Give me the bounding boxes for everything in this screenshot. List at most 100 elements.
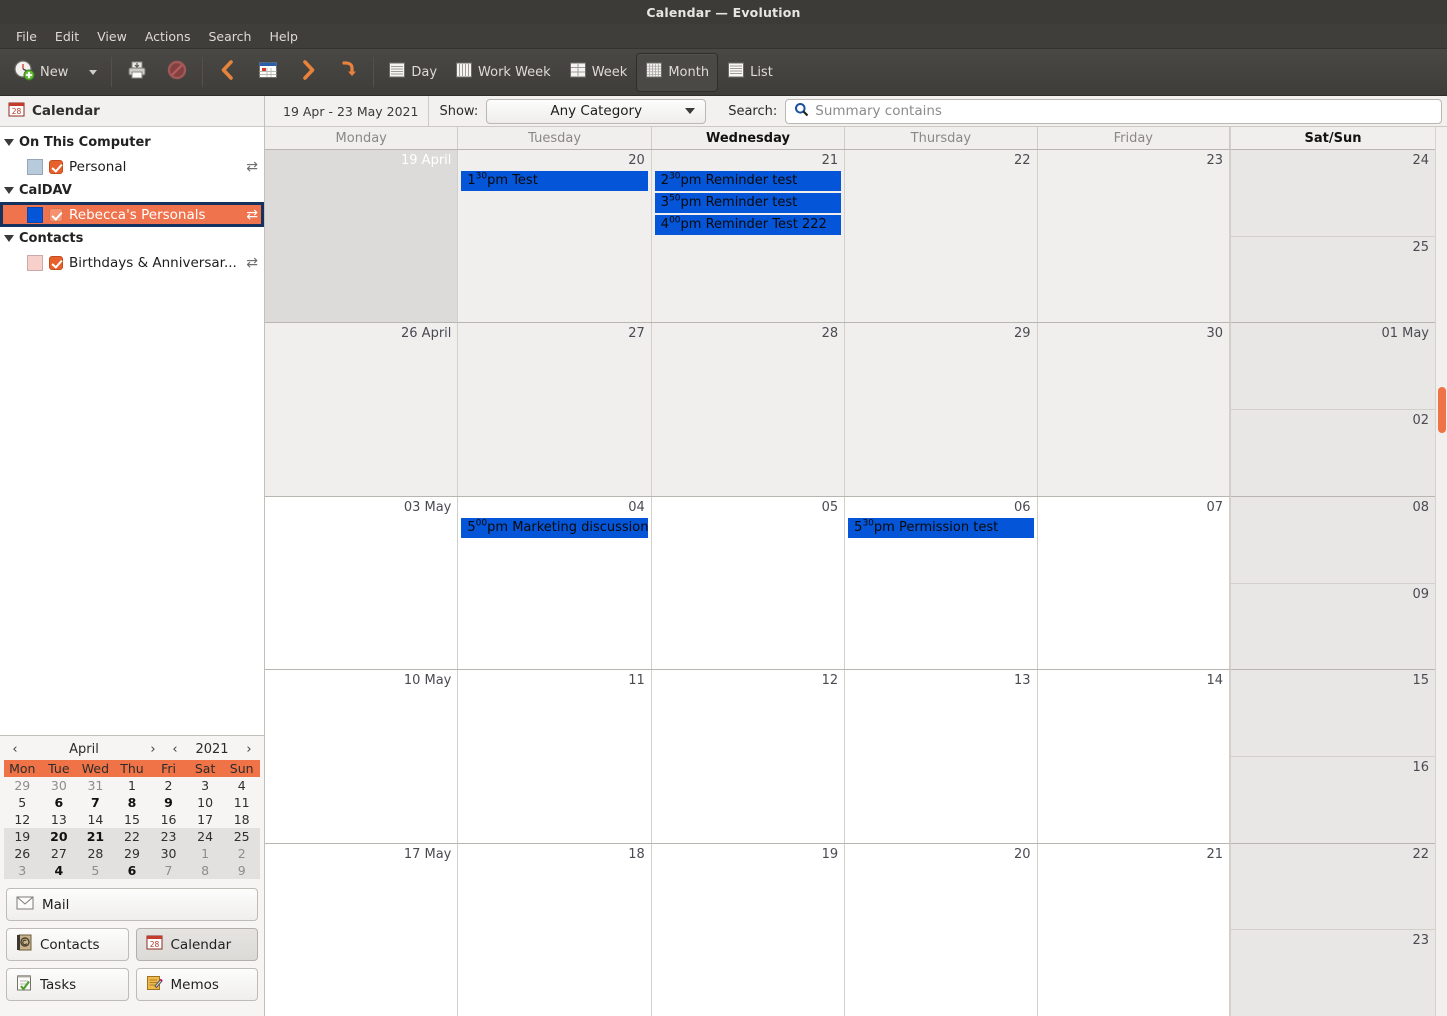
mini-cal-day[interactable]: 4 [223,777,260,794]
calendar-event[interactable]: 130pm Test [461,171,647,191]
mini-cal-day[interactable]: 5 [77,862,114,879]
mini-cal-day[interactable]: 3 [4,862,41,879]
mini-cal-day[interactable]: 29 [114,845,151,862]
switcher-button-tasks[interactable]: Tasks [6,968,129,1001]
calendar-visibility-checkbox[interactable] [49,208,63,222]
mini-cal-day[interactable]: 31 [77,777,114,794]
view-button-month[interactable]: Month [636,53,718,92]
day-cell[interactable]: 11 [458,670,651,842]
day-cell[interactable]: 30 [1038,323,1230,495]
calendar-source-item[interactable]: Personal⇄ [0,154,264,179]
mini-cal-day[interactable]: 12 [4,811,41,828]
mini-cal-day[interactable]: 4 [41,862,78,879]
mini-cal-day[interactable]: 11 [223,794,260,811]
mini-cal-day[interactable]: 20 [41,828,78,845]
day-cell[interactable]: 20 [845,844,1037,1016]
mini-cal-day[interactable]: 16 [150,811,187,828]
mini-cal-day[interactable]: 25 [223,828,260,845]
mini-cal-day[interactable]: 2 [150,777,187,794]
calendar-event[interactable]: 350pm Reminder test [655,193,841,213]
new-button[interactable]: New [4,53,77,92]
mini-calendar-grid[interactable]: MonTueWedThuFriSatSun 293031123456789101… [4,760,260,879]
expander-triangle-icon[interactable] [4,187,14,194]
calendar-visibility-checkbox[interactable] [49,256,63,270]
sync-arrows-icon[interactable]: ⇄ [246,159,258,175]
today-button[interactable] [248,53,288,92]
sync-arrows-icon[interactable]: ⇄ [246,207,258,223]
calendar-source-item[interactable]: Birthdays & Anniversar...⇄ [0,250,264,275]
mini-cal-next-year-button[interactable]: › [238,742,260,757]
search-input-placeholder[interactable]: Summary contains [815,103,942,119]
mini-cal-day[interactable]: 6 [41,794,78,811]
sync-arrows-icon[interactable]: ⇄ [246,255,258,271]
menu-search[interactable]: Search [199,27,260,46]
tree-group-caldav[interactable]: CalDAV [0,179,264,202]
weekend-day-cell[interactable]: 01 May [1231,323,1435,410]
mini-cal-day[interactable]: 6 [114,862,151,879]
menu-help[interactable]: Help [260,27,307,46]
day-cell[interactable]: 10 May [265,670,458,842]
mini-cal-day[interactable]: 7 [150,862,187,879]
weekend-day-cell[interactable]: 16 [1231,757,1435,843]
cancel-button[interactable] [157,53,197,92]
day-cell[interactable]: 14 [1038,670,1230,842]
search-box[interactable]: Summary contains [785,99,1442,124]
tree-group-contacts[interactable]: Contacts [0,227,264,250]
day-cell[interactable]: 21230pm Reminder test350pm Reminder test… [652,150,845,322]
day-cell[interactable]: 21 [1038,844,1230,1016]
mini-cal-day[interactable]: 22 [114,828,151,845]
mini-cal-day[interactable]: 26 [4,845,41,862]
mini-cal-day[interactable]: 21 [77,828,114,845]
view-button-week[interactable]: Week [560,53,637,92]
day-cell[interactable]: 18 [458,844,651,1016]
day-cell[interactable]: 29 [845,323,1037,495]
menu-view[interactable]: View [88,27,136,46]
day-cell[interactable]: 17 May [265,844,458,1016]
vertical-scrollbar[interactable] [1435,127,1447,1016]
mini-cal-day[interactable]: 1 [114,777,151,794]
day-cell[interactable]: 19 [652,844,845,1016]
mini-cal-day[interactable]: 29 [4,777,41,794]
mini-cal-day[interactable]: 3 [187,777,224,794]
mini-cal-day[interactable]: 19 [4,828,41,845]
menu-edit[interactable]: Edit [46,27,88,46]
day-cell[interactable]: 20130pm Test [458,150,651,322]
calendar-event[interactable]: 400pm Reminder Test 222 [655,215,841,235]
day-cell[interactable]: 26 April [265,323,458,495]
mini-cal-day[interactable]: 2 [223,845,260,862]
mini-cal-day[interactable]: 10 [187,794,224,811]
day-cell[interactable]: 03 May [265,497,458,669]
calendar-event[interactable]: 230pm Reminder test [655,171,841,191]
day-cell[interactable]: 12 [652,670,845,842]
scrollbar-thumb[interactable] [1438,387,1446,433]
view-button-day[interactable]: Day [379,53,446,92]
tree-group-on-this-computer[interactable]: On This Computer [0,131,264,154]
weekend-day-cell[interactable]: 09 [1231,584,1435,670]
print-button[interactable] [117,53,157,92]
new-dropdown-button[interactable] [77,53,106,92]
day-cell[interactable]: 04500pm Marketing discussion [458,497,651,669]
mini-cal-day[interactable]: 28 [77,845,114,862]
day-cell[interactable]: 23 [1038,150,1230,322]
day-cell[interactable]: 07 [1038,497,1230,669]
mini-cal-day[interactable]: 15 [114,811,151,828]
calendar-event[interactable]: 500pm Marketing discussion [461,518,647,538]
mini-cal-day[interactable]: 24 [187,828,224,845]
category-filter-combo[interactable]: Any Category [486,99,706,124]
mini-cal-day[interactable]: 9 [223,862,260,879]
next-button[interactable] [288,53,328,92]
switcher-button-contacts[interactable]: Contacts [6,928,129,961]
calendar-event[interactable]: 530pm Permission test [848,518,1033,538]
mini-cal-day[interactable]: 5 [4,794,41,811]
mini-cal-day[interactable]: 23 [150,828,187,845]
mini-cal-day[interactable]: 18 [223,811,260,828]
day-cell[interactable]: 27 [458,323,651,495]
mini-cal-day[interactable]: 7 [77,794,114,811]
previous-button[interactable] [208,53,248,92]
weekend-day-cell[interactable]: 23 [1231,930,1435,1016]
expander-triangle-icon[interactable] [4,235,14,242]
weekend-day-cell[interactable]: 24 [1231,150,1435,237]
view-button-list[interactable]: List [718,53,782,92]
day-cell[interactable]: 13 [845,670,1037,842]
menu-actions[interactable]: Actions [136,27,200,46]
